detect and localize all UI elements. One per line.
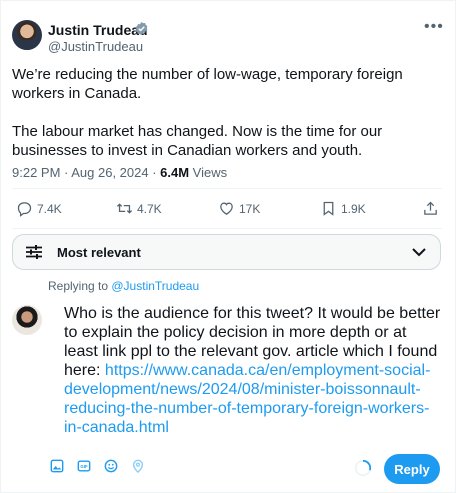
- author-handle[interactable]: @JustinTrudeau: [48, 39, 143, 54]
- replying-to: Replying to @JustinTrudeau: [48, 279, 199, 293]
- divider: [12, 228, 442, 229]
- tweet-meta: 9:22 PM · Aug 26, 2024 · 6.4M Views: [12, 165, 227, 180]
- location-icon[interactable]: [131, 459, 145, 473]
- like-count: 17K: [239, 201, 261, 216]
- replying-handle[interactable]: @JustinTrudeau: [111, 279, 199, 293]
- tweet-paragraph: We’re reducing the number of low-wage, t…: [12, 66, 403, 102]
- user-avatar[interactable]: [12, 305, 42, 335]
- tweet-paragraph: The labour market has changed. Now is th…: [12, 123, 383, 159]
- repost-icon: [116, 203, 133, 214]
- tweet-text: We’re reducing the number of low-wage, t…: [12, 65, 442, 179]
- like-action[interactable]: 17K: [218, 200, 260, 217]
- character-count-icon: [354, 459, 372, 477]
- views-label: Views: [189, 165, 228, 180]
- sort-icon: [26, 245, 42, 259]
- svg-text:GIF: GIF: [80, 464, 88, 469]
- like-icon: [220, 202, 233, 215]
- reply-button[interactable]: Reply: [384, 454, 440, 484]
- emoji-icon[interactable]: [104, 459, 118, 473]
- replying-prefix: Replying to: [48, 279, 112, 293]
- reply-composer[interactable]: Who is the audience for this tweet? It w…: [64, 304, 444, 437]
- action-bar: 7.4K 4.7K 17K 1.9K: [12, 200, 442, 220]
- chevron-down-icon: [412, 248, 426, 257]
- share-icon: [424, 201, 437, 215]
- author-name[interactable]: Justin Trudeau: [48, 22, 148, 38]
- reply-action[interactable]: 7.4K: [16, 200, 62, 217]
- verified-badge-icon: [135, 21, 148, 36]
- gif-icon[interactable]: GIF: [77, 459, 91, 473]
- repost-count: 4.7K: [137, 201, 162, 216]
- tweet-timestamp[interactable]: 9:22 PM · Aug 26, 2024 ·: [12, 165, 160, 180]
- bookmark-icon: [323, 201, 334, 216]
- bookmark-count: 1.9K: [341, 201, 366, 216]
- more-icon[interactable]: •••: [424, 18, 444, 36]
- composer-toolbar: GIF: [50, 459, 145, 473]
- reply-link[interactable]: https://www.canada.ca/en/employment-soci…: [64, 362, 430, 436]
- share-action[interactable]: [422, 200, 439, 217]
- image-icon[interactable]: [50, 459, 64, 473]
- author-avatar[interactable]: [12, 20, 42, 50]
- sort-dropdown[interactable]: Most relevant: [12, 234, 441, 270]
- reply-icon: [17, 202, 32, 217]
- divider: [12, 188, 442, 189]
- repost-action[interactable]: 4.7K: [116, 200, 162, 217]
- sort-label: Most relevant: [57, 245, 141, 260]
- views-count: 6.4M: [160, 165, 190, 180]
- bookmark-action[interactable]: 1.9K: [320, 200, 366, 217]
- reply-count: 7.4K: [37, 201, 62, 216]
